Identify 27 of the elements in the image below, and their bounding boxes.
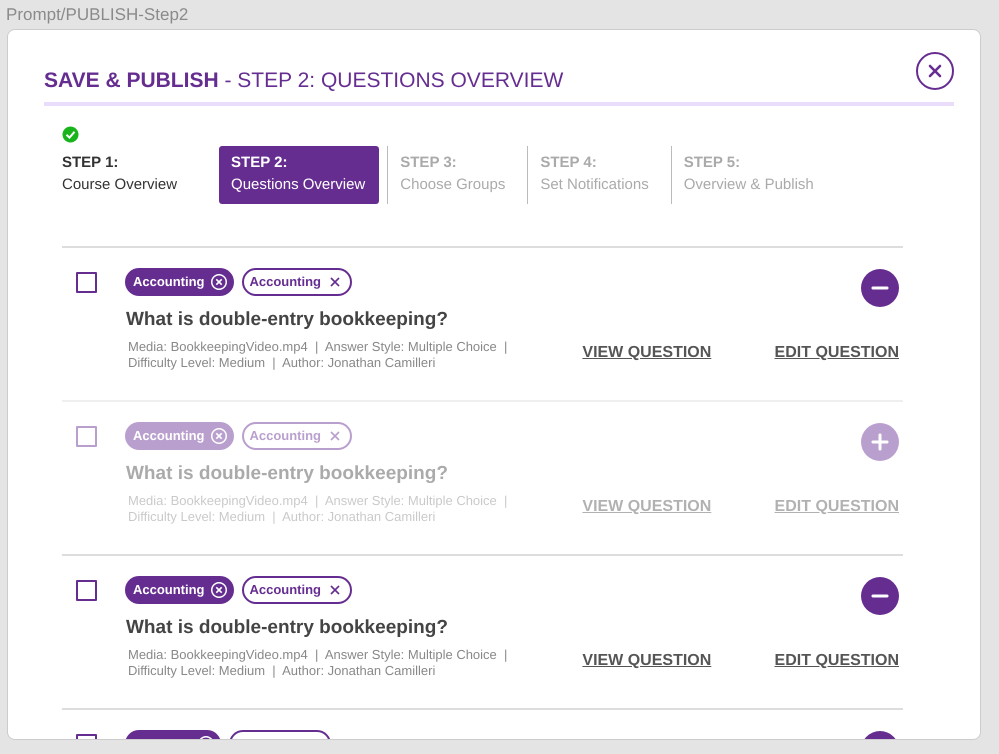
close-button[interactable] [916,52,954,90]
tag-chip[interactable]: Accounting [242,268,352,296]
checkbox[interactable] [76,272,97,293]
minus-icon [871,594,889,598]
remove-button[interactable] [861,577,899,616]
minus-icon [871,286,889,290]
tag-chip[interactable]: Accounting [125,576,234,604]
close-circle-icon[interactable] [210,582,226,598]
close-icon [928,64,942,78]
edit-question-link[interactable]: EDIT QUESTION [774,340,899,365]
plus-icon [871,433,889,452]
edit-question-link[interactable]: EDIT QUESTION [774,648,899,673]
view-question-link[interactable]: VIEW QUESTION [582,648,712,673]
question-details: Media: BookkeepingVideo.mp4 | Answer Style: Multiple Choice | Difficulty Level: Medium | Author: Jonathan Camilleri [128,646,508,679]
tag-chip[interactable]: Accounting [242,576,352,604]
view-question-link[interactable]: VIEW QUESTION [582,340,712,365]
checkbox[interactable] [76,580,97,601]
close-circle-icon[interactable] [210,274,226,290]
step-tab[interactable]: STEP 2: Questions Overview [219,146,380,204]
question-details: Media: BookkeepingVideo.mp4 | Answer Style: Multiple Choice | Difficulty Level: Medium | Author: Jonathan Camilleri [128,338,508,371]
remove-button[interactable] [861,269,899,308]
question-title: What is double-entry bookkeeping? [126,308,449,332]
question-title: What is double-entry bookkeeping? [126,462,449,486]
tag-chip[interactable]: Accounting [125,268,234,296]
question-title: What is double-entry bookkeeping? [126,616,449,640]
step-tab[interactable]: STEP 1: Course Overview [62,146,192,204]
frame-label: Prompt/PUBLISH-Step2 [5,4,190,26]
